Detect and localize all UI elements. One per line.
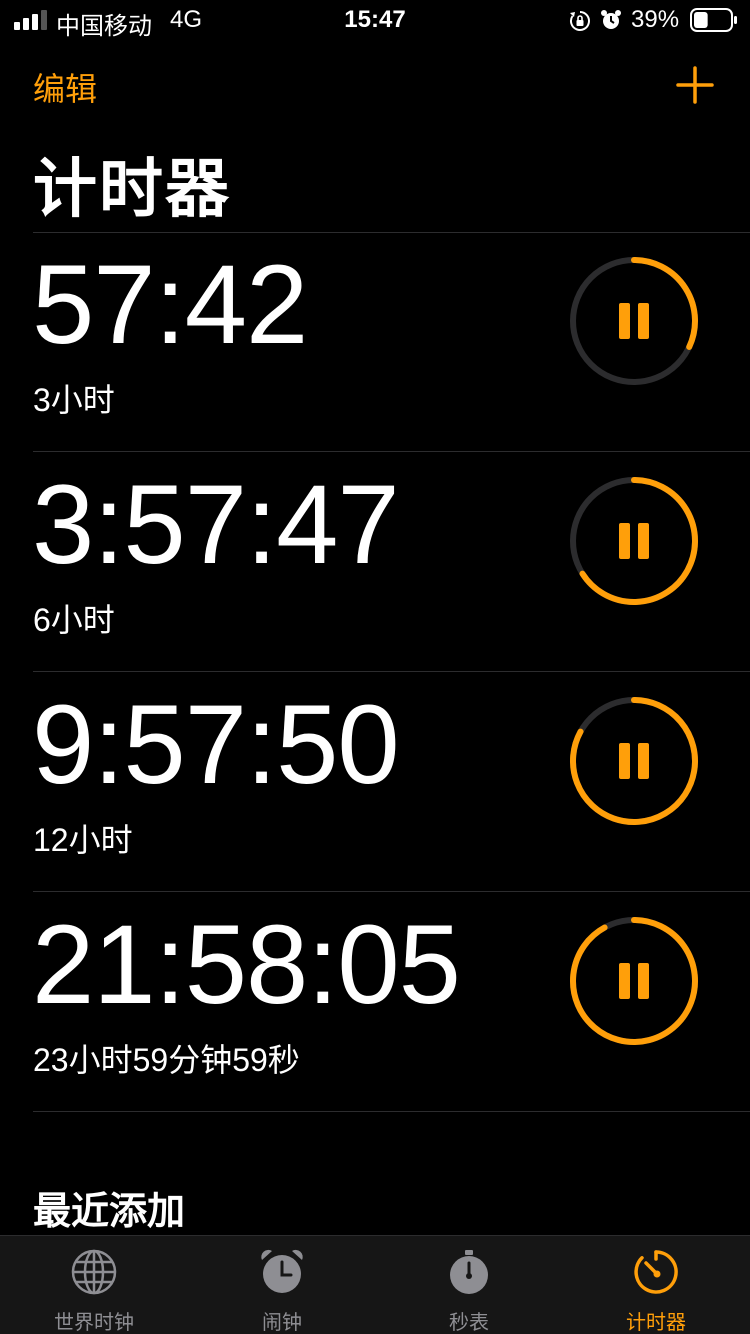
battery-percent: 39% [631, 6, 680, 33]
timer-label: 12小时 [33, 822, 133, 858]
divider [33, 891, 750, 892]
timer-remaining: 9:57:50 [32, 682, 400, 807]
timer-label: 3小时 [33, 382, 115, 418]
timer-remaining: 57:42 [32, 242, 308, 367]
tab-stopwatch[interactable]: 秒表 [375, 1236, 563, 1334]
ring-progress [570, 917, 698, 1045]
pause-button[interactable] [568, 915, 700, 1047]
divider [33, 1111, 750, 1112]
pause-icon [619, 963, 649, 999]
plus-icon[interactable] [676, 66, 714, 104]
tab-world-clock[interactable]: 世界时钟 [0, 1236, 188, 1334]
tab-label: 计时器 [626, 1312, 686, 1334]
tab-label: 世界时钟 [54, 1312, 134, 1334]
timer-remaining: 21:58:05 [32, 902, 461, 1027]
tab-bar: 世界时钟 闹钟 秒表 计时器 [0, 1235, 750, 1334]
stopwatch-icon [450, 1250, 488, 1294]
edit-button[interactable]: 编辑 [33, 64, 97, 110]
pause-button[interactable] [568, 255, 700, 387]
recent-section-title: 最近添加 [33, 1191, 186, 1233]
orientation-lock-icon [570, 11, 590, 31]
tab-timer[interactable]: 计时器 [562, 1236, 750, 1334]
timer-row[interactable]: 57:42 3小时 [0, 233, 750, 453]
battery-icon [690, 8, 737, 32]
page-title: 计时器 [33, 153, 231, 225]
pause-icon [619, 743, 649, 779]
pause-button[interactable] [568, 475, 700, 607]
timer-row[interactable]: 9:57:50 12小时 [0, 673, 750, 893]
alarm-clock-icon [261, 1249, 303, 1293]
pause-icon [619, 303, 649, 339]
timer-label: 23小时59分钟59秒 [33, 1042, 300, 1078]
tab-label: 闹钟 [262, 1312, 302, 1334]
status-bar: 中国移动 4G 15:47 39% [0, 0, 750, 40]
globe-icon [71, 1249, 117, 1295]
timer-label: 6小时 [33, 602, 115, 638]
divider [33, 451, 750, 452]
alarm-icon [601, 10, 621, 29]
tab-label: 秒表 [449, 1312, 489, 1334]
timer-remaining: 3:57:47 [32, 462, 400, 587]
divider [33, 671, 750, 672]
timer-row[interactable]: 3:57:47 6小时 [0, 453, 750, 673]
timer-icon [634, 1250, 678, 1294]
pause-button[interactable] [568, 695, 700, 827]
pause-icon [619, 523, 649, 559]
timer-row[interactable]: 21:58:05 23小时59分钟59秒 [0, 893, 750, 1113]
tab-alarm[interactable]: 闹钟 [188, 1236, 376, 1334]
